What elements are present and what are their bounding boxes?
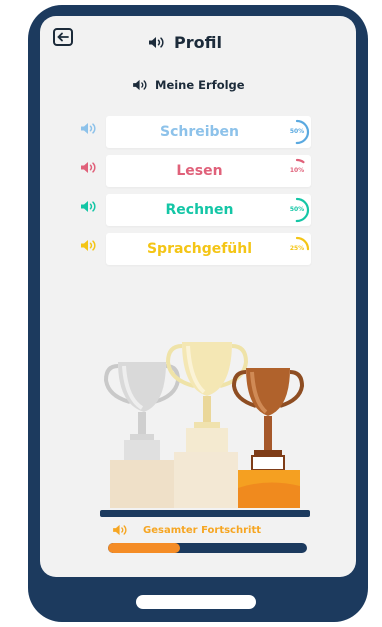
page-title: Profil [174, 32, 222, 52]
skill-row-lesen[interactable]: Lesen 10% [80, 155, 356, 187]
overall-progress-label: Gesamter Fortschritt [143, 524, 262, 536]
arrow-left-icon [57, 32, 69, 42]
skill-row-schreiben[interactable]: Schreiben 50% [80, 116, 356, 148]
achievements-title: Meine Erfolge [155, 78, 245, 92]
speaker-icon[interactable] [80, 239, 98, 252]
home-indicator[interactable] [136, 595, 256, 609]
bronze-trophy-icon [231, 368, 305, 471]
podium-center [174, 452, 238, 508]
gold-trophy-icon [165, 342, 249, 452]
progress-ring: 50% [283, 118, 311, 146]
skill-label: Lesen [176, 163, 223, 179]
achievements-header: Meine Erfolge [132, 78, 245, 92]
skill-percent: 10% [289, 167, 305, 174]
app-screen: Profil Meine Erfolge Schreiben 50% Lesen… [40, 16, 356, 577]
overall-progress-header: Gesamter Fortschritt [112, 524, 261, 536]
progress-ring: 25% [283, 235, 311, 263]
header: Profil [148, 30, 222, 54]
skill-card[interactable]: Schreiben [106, 116, 311, 148]
silver-trophy-icon [103, 362, 181, 460]
skill-card[interactable]: Lesen [106, 155, 311, 187]
speaker-icon[interactable] [148, 36, 166, 49]
podium-left [110, 460, 174, 508]
speaker-icon[interactable] [80, 161, 98, 174]
skill-label: Sprachgefühl [146, 241, 253, 257]
skill-percent: 25% [289, 245, 305, 252]
skill-row-rechnen[interactable]: Rechnen 50% [80, 194, 356, 226]
progress-ring: 50% [283, 196, 311, 224]
overall-progress-fill [108, 543, 180, 553]
back-button[interactable] [53, 28, 73, 46]
overall-progress-bar [108, 543, 307, 553]
trophy-podium-illustration [100, 342, 310, 517]
speaker-icon[interactable] [80, 200, 98, 213]
podium-base [100, 510, 310, 517]
speaker-icon[interactable] [132, 79, 149, 91]
skill-row-sprachgefuehl[interactable]: Sprachgefühl 25% [80, 233, 356, 265]
skill-percent: 50% [289, 128, 305, 135]
skill-label: Schreiben [159, 124, 240, 140]
skill-card[interactable]: Rechnen [106, 194, 311, 226]
progress-ring: 10% [283, 157, 311, 185]
skill-label: Rechnen [165, 202, 234, 218]
speaker-icon[interactable] [80, 122, 98, 135]
skill-card[interactable]: Sprachgefühl [106, 233, 311, 265]
skill-percent: 50% [289, 206, 305, 213]
speaker-icon[interactable] [112, 524, 129, 536]
